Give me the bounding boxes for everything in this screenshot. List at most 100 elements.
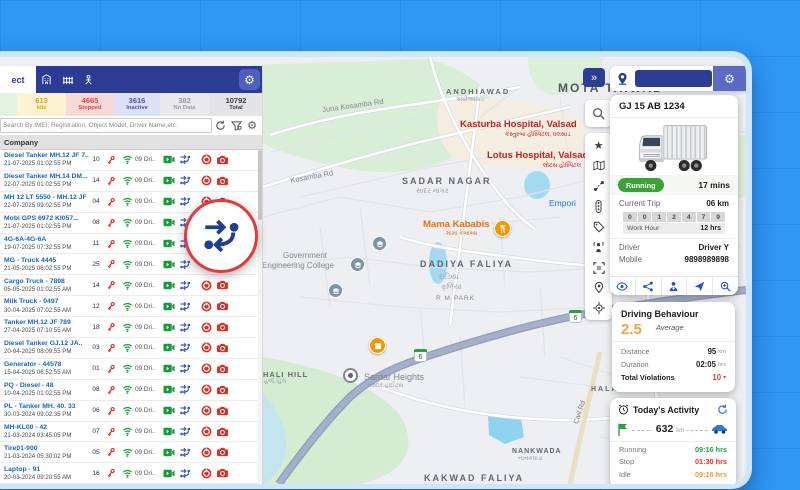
chevron-down-icon[interactable]: ▾ [723, 375, 726, 381]
vehicle-name[interactable]: Tanker MH.12 JF 789 [4, 319, 89, 327]
immobilizer-icon[interactable] [198, 405, 214, 416]
vehicle-name[interactable]: Laptop - 91 [4, 466, 89, 474]
route-tool[interactable] [585, 176, 612, 196]
driver-short-label[interactable]: 09 Dri.. [135, 219, 161, 226]
camera-icon[interactable] [214, 447, 230, 457]
building-icon[interactable] [36, 74, 57, 85]
route-icon[interactable] [177, 447, 193, 458]
route-icon[interactable] [177, 342, 193, 353]
video-icon[interactable] [161, 343, 177, 352]
route-icon[interactable] [177, 322, 193, 333]
vehicle-name[interactable]: 4G-6A-4G-6A [4, 236, 89, 244]
route-icon[interactable] [177, 154, 193, 165]
immobilizer-icon[interactable] [198, 280, 214, 291]
camera-icon[interactable] [214, 385, 230, 395]
vehicle-name[interactable]: Tire01-900 [4, 445, 89, 453]
feature-highlight-route-icon[interactable] [184, 199, 258, 273]
share-icon[interactable] [636, 277, 662, 295]
driver-short-label[interactable]: 09 Dri.. [135, 261, 161, 268]
camera-icon[interactable] [214, 406, 230, 416]
driver-short-label[interactable]: 09 Dri.. [135, 365, 161, 372]
driver-assign-icon[interactable] [662, 277, 688, 295]
store-poi-icon[interactable] [369, 337, 386, 354]
table-row[interactable]: Diesel Tanker MH.12 JF 7... 21-07-2025 0… [0, 150, 263, 171]
table-row[interactable]: PQ - Diesel - 48 10-04-2025 01:02:55 PM … [0, 380, 263, 401]
driver-short-label[interactable]: 09 Dri.. [135, 428, 161, 435]
refresh-icon[interactable] [717, 404, 728, 415]
video-icon[interactable] [161, 197, 177, 206]
camera-icon[interactable] [214, 322, 230, 332]
search-input[interactable]: Search By IMEI, Registration, Object Mod… [0, 118, 212, 133]
location-pin-icon[interactable] [610, 72, 635, 85]
driver-short-label[interactable]: 09 Dri.. [135, 282, 161, 289]
driver-short-label[interactable]: 09 Dri.. [135, 470, 161, 477]
violations-row[interactable]: Total Violations 10 ▾ [612, 371, 735, 384]
navigate-icon[interactable] [687, 277, 713, 295]
driver-short-label[interactable]: 09 Dri.. [135, 386, 161, 393]
driver-short-label[interactable]: 09 Dri.. [135, 177, 161, 184]
fit-screen-tool[interactable] [585, 257, 612, 277]
view-eye-icon[interactable] [610, 277, 636, 295]
video-icon[interactable] [161, 323, 177, 332]
list-scrollbar[interactable] [258, 150, 262, 484]
driver-short-label[interactable]: 09 Dri.. [135, 198, 161, 205]
route-icon[interactable] [177, 259, 193, 270]
status-inactive[interactable]: 3616Inactive [114, 93, 160, 116]
refresh-icon[interactable] [212, 120, 228, 131]
route-icon[interactable] [177, 196, 193, 207]
driver-short-label[interactable]: 09 Dri.. [135, 156, 161, 163]
zoom-to-vehicle-icon[interactable] [713, 277, 738, 295]
vehicle-name[interactable]: MH-KL00 - 42 [4, 424, 89, 432]
geofence-person-tool[interactable] [585, 237, 612, 257]
table-row[interactable]: MH-KL00 - 42 21-03-2024 03:45:05 PM 07 0… [0, 422, 263, 443]
route-icon[interactable] [177, 468, 193, 479]
status-idle[interactable]: 613Idle [17, 93, 66, 116]
camera-icon[interactable] [214, 343, 230, 353]
route-icon[interactable] [177, 363, 193, 374]
route-icon[interactable] [177, 280, 193, 291]
status-total[interactable]: 10792Total [209, 93, 263, 116]
table-row[interactable]: Milk Truck - 0497 30-04-2025 07:02:55 AM… [0, 296, 263, 317]
table-row[interactable]: Tanker MH.12 JF 789 27-04-2025 07:10:55 … [0, 317, 263, 338]
immobilizer-icon[interactable] [198, 363, 214, 374]
locate-tool[interactable] [585, 298, 612, 318]
table-row[interactable]: Tire01-900 21-03-2024 05:30:02 PM 05 09 … [0, 442, 263, 463]
place-poi-icon[interactable] [343, 368, 358, 383]
immobilizer-icon[interactable] [198, 322, 214, 333]
video-icon[interactable] [161, 364, 177, 373]
driver-short-label[interactable]: 09 Dri.. [135, 407, 161, 414]
selected-object-field[interactable] [635, 70, 712, 87]
immobilizer-icon[interactable] [198, 342, 214, 353]
panel-settings-button[interactable]: ⚙ [239, 69, 260, 90]
video-icon[interactable] [161, 302, 177, 311]
poi-star-tool[interactable]: ★ [585, 135, 612, 155]
table-row[interactable]: PL - Tanker MH. 40. 33 30-03-2024 09:02:… [0, 401, 263, 422]
route-icon[interactable] [177, 405, 193, 416]
settings-icon[interactable]: ⚙ [244, 119, 260, 132]
restaurant-poi-icon[interactable] [494, 220, 511, 237]
school-poi-icon[interactable] [372, 236, 387, 251]
status-stopped[interactable]: 4665Stopped [66, 93, 114, 116]
map-type-tool[interactable] [585, 155, 612, 175]
video-icon[interactable] [161, 448, 177, 457]
video-icon[interactable] [161, 385, 177, 394]
video-icon[interactable] [161, 406, 177, 415]
vehicle-name[interactable]: PQ - Diesel - 48 [4, 382, 89, 390]
filter-icon[interactable] [228, 120, 244, 131]
video-icon[interactable] [161, 281, 177, 290]
video-icon[interactable] [161, 155, 177, 164]
driver-short-label[interactable]: 09 Dri.. [135, 240, 161, 247]
marker-tool[interactable] [585, 278, 612, 298]
immobilizer-icon[interactable] [198, 384, 214, 395]
label-tag-tool[interactable] [585, 217, 612, 237]
map-search-button[interactable] [585, 100, 612, 127]
traffic-tool[interactable] [585, 196, 612, 216]
route-icon[interactable] [177, 175, 193, 186]
immobilizer-icon[interactable] [198, 301, 214, 312]
camera-icon[interactable] [214, 364, 230, 374]
collapse-panel-button[interactable]: » [583, 68, 605, 87]
tab-object[interactable]: ect [0, 66, 36, 93]
table-row[interactable]: Laptop - 91 20-03-2024 09:20:55 AM 16 09… [0, 463, 263, 484]
table-row[interactable]: Diesel Tanker GJ.12 JA.. 20-04-2025 08:0… [0, 338, 263, 359]
vehicle-name[interactable]: Diesel Tanker GJ.12 JA.. [4, 340, 89, 348]
